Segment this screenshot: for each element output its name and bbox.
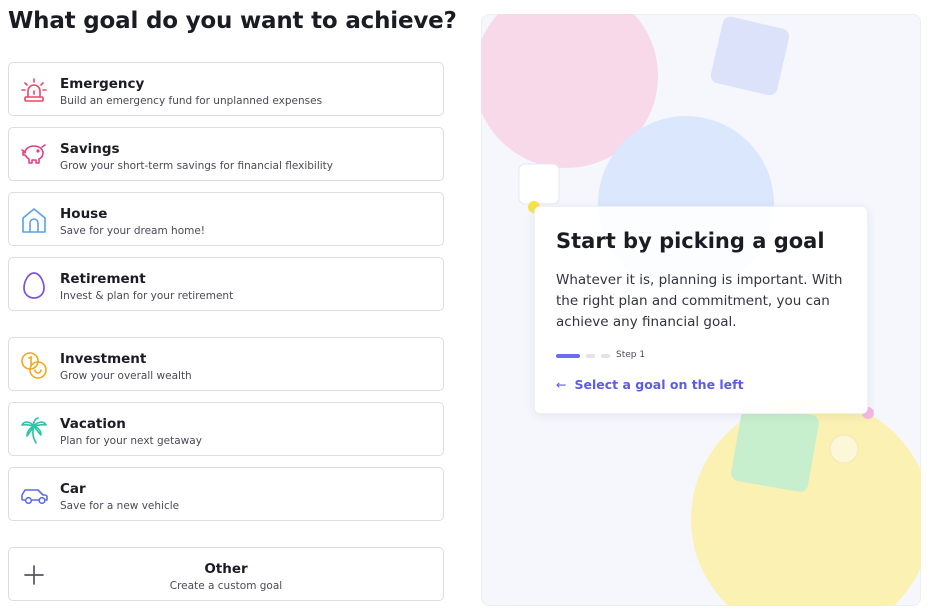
goal-title: Investment <box>60 351 147 367</box>
goal-card-emergency[interactable]: Emergency Build an emergency fund for un… <box>8 62 444 116</box>
select-goal-link[interactable]: ← Select a goal on the left <box>556 377 744 392</box>
goal-card-car[interactable]: Car Save for a new vehicle <box>8 467 444 521</box>
goal-card-investment[interactable]: Investment Grow your overall wealth <box>8 337 444 391</box>
goal-title: Other <box>204 561 248 577</box>
goal-card-savings[interactable]: Savings Grow your short-term savings for… <box>8 127 444 181</box>
goal-description: Create a custom goal <box>169 580 283 592</box>
goal-title: Savings <box>60 141 120 157</box>
palm-tree-icon <box>19 415 49 445</box>
house-icon <box>19 205 49 235</box>
car-icon <box>19 480 49 510</box>
goal-title: Vacation <box>60 416 126 432</box>
goal-description: Plan for your next getaway <box>60 435 202 447</box>
egg-icon <box>19 270 49 300</box>
info-title: Start by picking a goal <box>556 229 825 253</box>
coins-icon <box>19 350 49 380</box>
siren-icon <box>19 75 49 105</box>
goal-title: House <box>60 206 108 222</box>
step-bar-inactive <box>586 354 595 358</box>
goal-description: Save for your dream home! <box>60 225 206 237</box>
info-card: Start by picking a goal Whatever it is, … <box>534 206 868 414</box>
select-goal-link-label: Select a goal on the left <box>574 377 744 392</box>
piggy-bank-icon <box>19 140 49 170</box>
goal-description: Invest & plan for your retirement <box>60 290 234 302</box>
step-bar-inactive <box>601 354 610 358</box>
step-bar-active <box>556 354 580 358</box>
goal-card-other[interactable]: Other Create a custom goal <box>8 547 444 601</box>
goal-card-retirement[interactable]: Retirement Invest & plan for your retire… <box>8 257 444 311</box>
goal-description: Build an emergency fund for unplanned ex… <box>60 95 323 107</box>
goal-description: Save for a new vehicle <box>60 500 180 512</box>
goal-title: Car <box>60 481 86 497</box>
page-title: What goal do you want to achieve? <box>8 8 457 34</box>
goal-card-house[interactable]: House Save for your dream home! <box>8 192 444 246</box>
goal-description: Grow your short-term savings for financi… <box>60 160 334 172</box>
arrow-left-icon: ← <box>556 377 567 392</box>
goal-title: Emergency <box>60 76 145 92</box>
step-label: Step 1 <box>616 350 646 360</box>
info-body: Whatever it is, planning is important. W… <box>556 272 843 330</box>
goal-description: Grow your overall wealth <box>60 370 192 382</box>
goal-card-vacation[interactable]: Vacation Plan for your next getaway <box>8 402 444 456</box>
goal-title: Retirement <box>60 271 146 287</box>
info-panel: Start by picking a goal Whatever it is, … <box>481 14 921 606</box>
